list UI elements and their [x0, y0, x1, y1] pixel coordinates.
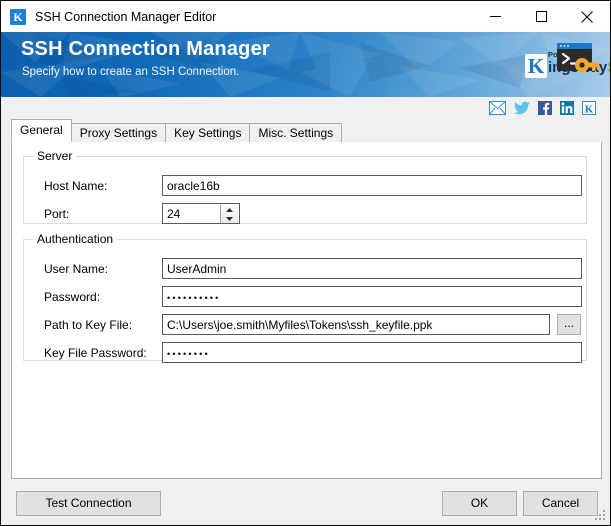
banner-title: SSH Connection Manager	[21, 38, 270, 60]
email-icon[interactable]	[489, 101, 506, 115]
window-controls	[472, 1, 610, 32]
browse-key-file-button[interactable]: ...	[557, 314, 581, 335]
tab-strip: General Proxy Settings Key Settings Misc…	[11, 119, 602, 143]
ssh-connection-manager-editor-window: K SSH Connection Manager Editor SSH Conn…	[0, 0, 611, 526]
authentication-group-title: Authentication	[33, 232, 118, 246]
port-label: Port:	[44, 207, 70, 221]
port-spinner-down[interactable]	[221, 215, 238, 224]
host-name-input[interactable]: oracle16b	[162, 175, 582, 196]
title-bar: K SSH Connection Manager Editor	[1, 1, 610, 32]
password-label: Password:	[44, 290, 101, 304]
port-spinner-up[interactable]	[221, 205, 238, 215]
social-links: K	[1, 97, 610, 119]
user-name-label: User Name:	[44, 262, 109, 276]
host-name-label: Host Name:	[44, 179, 108, 193]
twitter-icon[interactable]	[514, 101, 530, 115]
key-file-path-label: Path to Key File:	[44, 318, 133, 332]
key-file-password-value: ••••••••	[167, 349, 210, 359]
test-connection-button[interactable]: Test Connection	[16, 491, 161, 516]
port-input[interactable]: 24	[162, 203, 240, 224]
facebook-icon[interactable]	[538, 101, 552, 115]
kingswaysoft-k-icon: K	[10, 8, 26, 25]
server-group: Server Host Name: oracle16b Port: 24	[23, 149, 587, 224]
kingswaysoft-logo: K Powered By ingswaySoft	[525, 48, 610, 78]
ok-button[interactable]: OK	[442, 491, 517, 516]
key-file-path-input[interactable]: C:\Users\joe.smith\Myfiles\Tokens\ssh_ke…	[162, 314, 550, 335]
linkedin-icon[interactable]	[560, 101, 574, 115]
close-icon[interactable]	[564, 1, 610, 32]
tab-proxy-settings[interactable]: Proxy Settings	[70, 123, 167, 142]
tab-key-settings[interactable]: Key Settings	[165, 123, 251, 142]
soft-text: Soft	[607, 59, 610, 76]
key-file-password-input[interactable]: ••••••••	[162, 342, 582, 363]
product-banner: SSH Connection Manager Specify how to cr…	[1, 32, 610, 97]
kingswaysoft-badge-icon: K	[525, 54, 547, 78]
tab-page-general: Server Host Name: oracle16b Port: 24 Aut…	[11, 142, 602, 479]
cancel-button[interactable]: Cancel	[523, 491, 598, 516]
tab-general[interactable]: General	[11, 119, 72, 142]
banner-subtitle: Specify how to create an SSH Connection.	[22, 66, 240, 78]
window-title: SSH Connection Manager Editor	[35, 9, 217, 24]
port-value: 24	[167, 207, 181, 221]
svg-text:K: K	[585, 103, 594, 115]
authentication-group: Authentication User Name: UserAdmin Pass…	[23, 232, 587, 363]
ssh-terminal-key-icon	[557, 43, 600, 72]
port-spinner[interactable]	[220, 205, 238, 224]
key-file-password-label: Key File Password:	[44, 346, 147, 360]
minimize-icon[interactable]	[472, 1, 518, 32]
server-group-title: Server	[33, 149, 77, 163]
password-value: ••••••••••	[167, 293, 221, 303]
resize-grip[interactable]	[595, 510, 607, 522]
user-name-input[interactable]: UserAdmin	[162, 258, 582, 279]
kingswaysoft-icon[interactable]: K	[582, 101, 596, 115]
password-input[interactable]: ••••••••••	[162, 286, 582, 307]
tab-misc-settings[interactable]: Misc. Settings	[249, 123, 343, 142]
maximize-icon[interactable]	[518, 1, 564, 32]
